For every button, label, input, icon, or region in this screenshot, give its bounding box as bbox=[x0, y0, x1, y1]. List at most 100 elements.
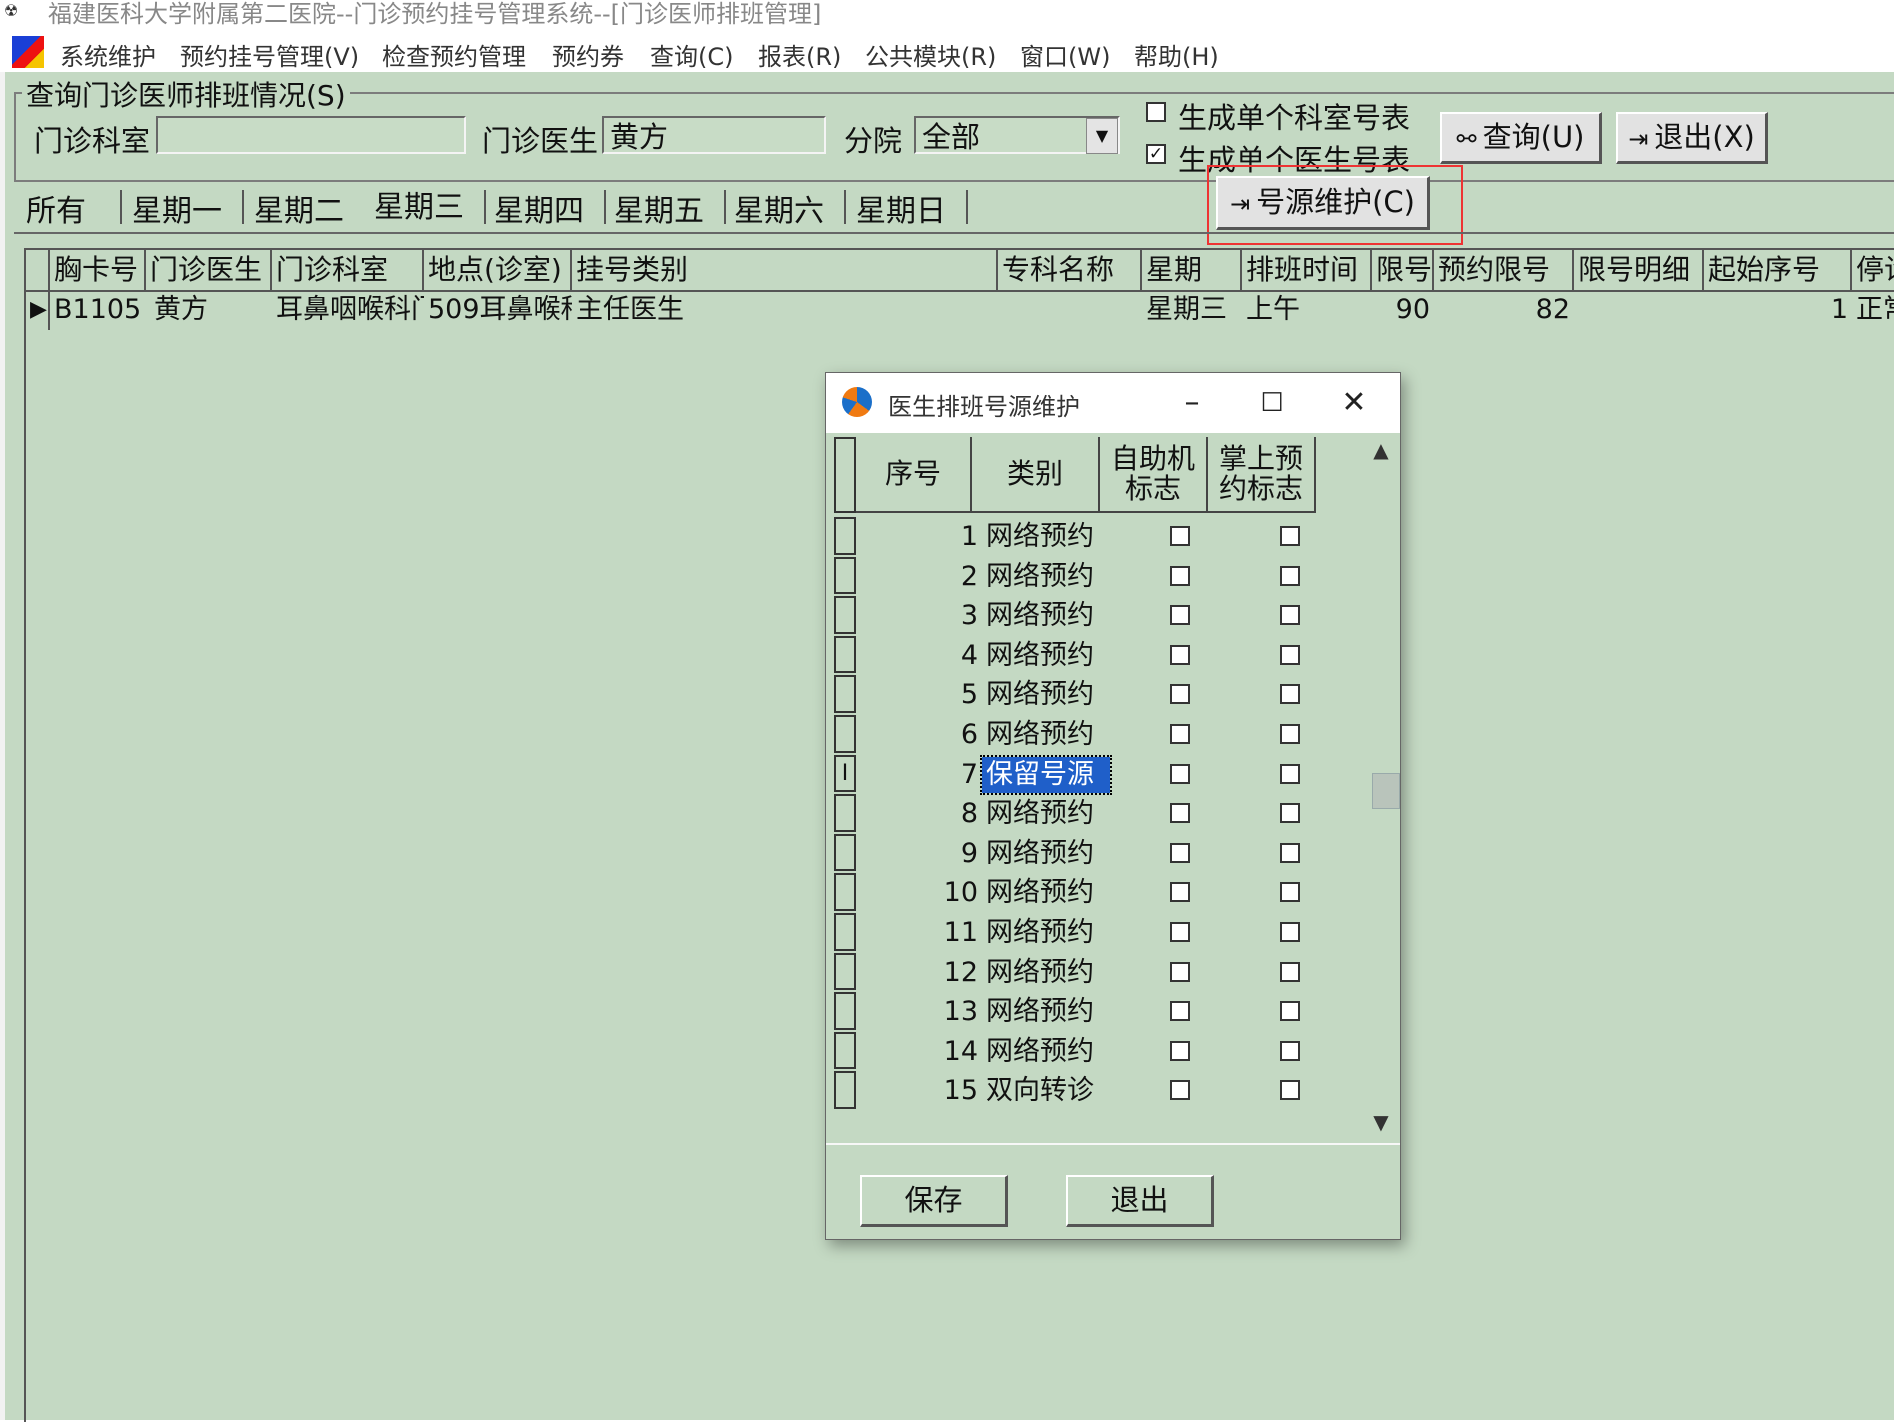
type-cell[interactable]: 网络预约 bbox=[982, 677, 1110, 713]
row-indicator[interactable] bbox=[834, 992, 856, 1030]
row-indicator[interactable] bbox=[834, 873, 856, 911]
maximize-icon[interactable]: ☐ bbox=[1250, 381, 1294, 425]
scroll-thumb[interactable] bbox=[1372, 773, 1400, 809]
list-item[interactable]: 11 网络预约 bbox=[858, 913, 1328, 953]
col-weekday[interactable]: 星期 bbox=[1142, 250, 1242, 290]
tab-wednesday[interactable]: 星期三 bbox=[374, 182, 464, 226]
col-seq[interactable]: 序号 bbox=[856, 437, 972, 513]
kiosk-flag-checkbox[interactable] bbox=[1170, 1040, 1190, 1061]
row-indicator[interactable] bbox=[834, 517, 856, 555]
menu-system[interactable]: 系统维护 bbox=[60, 37, 156, 72]
col-kiosk-flag[interactable]: 自助机标志 bbox=[1100, 437, 1208, 513]
kiosk-flag-checkbox[interactable] bbox=[1170, 644, 1190, 665]
mobile-flag-checkbox[interactable] bbox=[1280, 882, 1300, 903]
mobile-flag-checkbox[interactable] bbox=[1280, 763, 1300, 784]
dept-input[interactable] bbox=[156, 116, 466, 154]
list-item[interactable]: 15 双向转诊 bbox=[858, 1071, 1328, 1111]
menu-public-module[interactable]: 公共模块(R) bbox=[865, 37, 996, 72]
row-indicator[interactable] bbox=[834, 913, 856, 951]
menu-query[interactable]: 查询(C) bbox=[650, 37, 733, 72]
kiosk-flag-checkbox[interactable] bbox=[1170, 803, 1190, 824]
tab-monday[interactable]: 星期一 bbox=[132, 186, 222, 230]
minimize-icon[interactable]: – bbox=[1170, 381, 1214, 425]
row-indicator[interactable] bbox=[834, 1071, 856, 1109]
kiosk-flag-checkbox[interactable] bbox=[1170, 1080, 1190, 1101]
mobile-flag-checkbox[interactable] bbox=[1280, 922, 1300, 942]
col-specialty[interactable]: 专科名称 bbox=[998, 250, 1142, 290]
list-item[interactable]: 7 保留号源 bbox=[858, 754, 1328, 795]
list-item[interactable]: 13 网络预约 bbox=[858, 992, 1328, 1032]
kiosk-flag-checkbox[interactable] bbox=[1170, 763, 1190, 784]
list-item[interactable]: 3 网络预约 bbox=[858, 596, 1328, 636]
dialog-exit-button[interactable]: 退出 bbox=[1066, 1175, 1214, 1227]
mobile-flag-checkbox[interactable] bbox=[1280, 644, 1300, 665]
type-cell[interactable]: 网络预约 bbox=[982, 638, 1110, 674]
chevron-down-icon[interactable]: ▼ bbox=[1086, 118, 1118, 154]
list-item[interactable]: 12 网络预约 bbox=[858, 953, 1328, 993]
col-type[interactable]: 类别 bbox=[972, 437, 1100, 513]
tab-sunday[interactable]: 星期日 bbox=[856, 186, 946, 230]
col-start-no[interactable]: 起始序号 bbox=[1704, 250, 1852, 290]
row-indicator[interactable] bbox=[834, 952, 856, 991]
menu-window[interactable]: 窗口(W) bbox=[1020, 37, 1110, 72]
type-cell[interactable]: 双向转诊 bbox=[982, 1073, 1110, 1109]
col-limit[interactable]: 限号 bbox=[1372, 250, 1434, 290]
mobile-flag-checkbox[interactable] bbox=[1280, 1040, 1300, 1061]
type-cell[interactable]: 网络预约 bbox=[982, 1034, 1110, 1070]
kiosk-flag-checkbox[interactable] bbox=[1170, 882, 1190, 903]
type-cell[interactable]: 保留号源 bbox=[980, 754, 1112, 795]
col-location[interactable]: 地点(诊室) bbox=[424, 250, 572, 290]
single-dept-checkbox[interactable] bbox=[1146, 102, 1166, 122]
col-time[interactable]: 排班时间 bbox=[1242, 250, 1372, 290]
kiosk-flag-checkbox[interactable] bbox=[1170, 605, 1190, 626]
mobile-flag-checkbox[interactable] bbox=[1280, 1080, 1300, 1101]
list-item[interactable]: 6 网络预约 bbox=[858, 715, 1328, 755]
menu-help[interactable]: 帮助(H) bbox=[1134, 37, 1219, 72]
query-button[interactable]: ⚯ 查询(U) bbox=[1440, 112, 1602, 164]
kiosk-flag-checkbox[interactable] bbox=[1170, 684, 1190, 705]
mobile-flag-checkbox[interactable] bbox=[1280, 961, 1300, 982]
type-cell[interactable]: 网络预约 bbox=[982, 915, 1110, 951]
col-appt-limit[interactable]: 预约限号 bbox=[1434, 250, 1574, 290]
close-icon[interactable]: ✕ bbox=[1332, 381, 1376, 425]
row-indicator[interactable] bbox=[834, 794, 856, 832]
row-indicator[interactable] bbox=[834, 675, 856, 713]
type-cell[interactable]: 网络预约 bbox=[982, 875, 1110, 911]
mobile-flag-checkbox[interactable] bbox=[1280, 684, 1300, 705]
mobile-flag-checkbox[interactable] bbox=[1280, 526, 1300, 546]
col-doctor[interactable]: 门诊医生 bbox=[146, 250, 272, 290]
type-cell[interactable]: 网络预约 bbox=[982, 955, 1110, 991]
menu-report[interactable]: 报表(R) bbox=[758, 37, 841, 72]
type-cell[interactable]: 网络预约 bbox=[982, 717, 1110, 753]
kiosk-flag-checkbox[interactable] bbox=[1170, 961, 1190, 982]
kiosk-flag-checkbox[interactable] bbox=[1170, 526, 1190, 546]
list-item[interactable]: 14 网络预约 bbox=[858, 1032, 1328, 1072]
row-indicator[interactable]: I bbox=[834, 754, 856, 793]
col-mobile-flag[interactable]: 掌上预约标志 bbox=[1208, 437, 1316, 513]
col-card-no[interactable]: 胸卡号 bbox=[50, 250, 146, 290]
vertical-scrollbar[interactable]: ▲ ▼ bbox=[1364, 435, 1400, 1141]
row-indicator[interactable] bbox=[834, 1031, 856, 1070]
mobile-flag-checkbox[interactable] bbox=[1280, 803, 1300, 824]
col-dept[interactable]: 门诊科室 bbox=[272, 250, 424, 290]
mobile-flag-checkbox[interactable] bbox=[1280, 724, 1300, 744]
tab-all[interactable]: 所有 bbox=[26, 186, 86, 230]
exit-button[interactable]: ⇥ 退出(X) bbox=[1616, 112, 1768, 164]
kiosk-flag-checkbox[interactable] bbox=[1170, 922, 1190, 942]
tab-friday[interactable]: 星期五 bbox=[614, 186, 704, 230]
scroll-down-icon[interactable]: ▼ bbox=[1364, 1107, 1398, 1137]
col-status[interactable]: 停诊 bbox=[1852, 250, 1894, 290]
single-doctor-checkbox[interactable]: ✓ bbox=[1146, 144, 1166, 164]
list-item[interactable]: 4 网络预约 bbox=[858, 636, 1328, 676]
type-cell[interactable]: 网络预约 bbox=[982, 519, 1110, 555]
type-cell[interactable]: 网络预约 bbox=[982, 598, 1110, 634]
row-indicator[interactable] bbox=[834, 715, 856, 753]
list-item[interactable]: 9 网络预约 bbox=[858, 834, 1328, 874]
type-cell[interactable]: 网络预约 bbox=[982, 994, 1110, 1030]
list-item[interactable]: 10 网络预约 bbox=[858, 873, 1328, 913]
list-item[interactable]: 1 网络预约 bbox=[858, 517, 1328, 557]
mobile-flag-checkbox[interactable] bbox=[1280, 842, 1300, 863]
type-cell[interactable]: 网络预约 bbox=[982, 796, 1110, 832]
list-item[interactable]: 8 网络预约 bbox=[858, 794, 1328, 834]
col-limit-detail[interactable]: 限号明细 bbox=[1574, 250, 1704, 290]
